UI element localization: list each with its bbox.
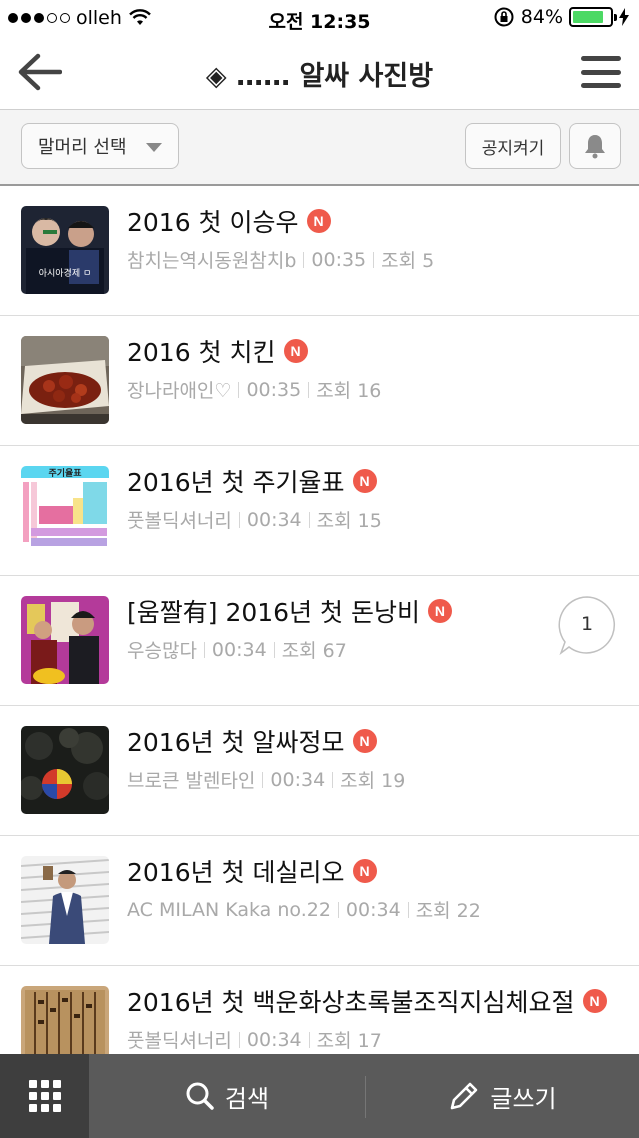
post-views: 조회 67: [281, 640, 347, 662]
rotation-lock-icon: [494, 7, 514, 27]
category-dropdown-label: 말머리 선택: [38, 137, 127, 158]
new-badge: N: [283, 339, 308, 363]
post-thumbnail: [21, 726, 109, 814]
post-meta: 참치는역시동원참치b 00:35 조회 5: [127, 246, 434, 273]
new-badge: N: [582, 989, 607, 1013]
list-item[interactable]: 주기율표 2016년 첫 주기율표 N 풋볼딕셔너리 00:34 조회 15: [0, 446, 639, 576]
post-views: 조회 15: [316, 510, 382, 532]
post-views: 조회 22: [415, 900, 481, 922]
post-time: 00:34: [270, 768, 326, 791]
post-views: 조회 19: [340, 770, 406, 792]
post-time: 00:35: [246, 378, 302, 401]
post-author: AC MILAN Kaka no.22: [127, 898, 331, 921]
post-time: 00:35: [311, 248, 367, 271]
post-thumbnail: 주기율표: [21, 466, 109, 554]
post-title: 2016년 첫 알싸정모 N: [127, 723, 377, 759]
post-title: 2016 첫 치킨 N: [127, 333, 308, 369]
post-author: 참치는역시동원참치b: [127, 250, 297, 272]
charging-icon: [619, 8, 629, 26]
post-thumbnail: [21, 336, 109, 424]
post-meta: 브로큰 발렌타인 00:34 조회 19: [127, 766, 405, 793]
list-item[interactable]: 아시아경제 ㅁ 2016 첫 이승우 N 참치는역시동원참치b 00:35 조회…: [0, 186, 639, 316]
post-title: 2016년 첫 백운화상초록불조직지심체요절 N: [127, 983, 607, 1019]
comment-count: 1: [580, 613, 594, 635]
post-title: 2016년 첫 데실리오 N: [127, 853, 377, 889]
post-title-text: 2016 첫 치킨: [127, 338, 276, 367]
new-badge: N: [352, 729, 377, 753]
bottom-toolbar: 검색 글쓰기: [0, 1054, 639, 1138]
list-item[interactable]: 2016 첫 치킨 N 장나라애인♡ 00:35 조회 16: [0, 316, 639, 446]
post-time: 00:34: [345, 898, 401, 921]
search-button[interactable]: 검색: [89, 1054, 365, 1138]
post-author: 우승많다: [127, 640, 197, 662]
search-icon: [186, 1082, 214, 1110]
post-title-text: [움짤有] 2016년 첫 돈낭비: [127, 598, 420, 627]
status-right: 84%: [493, 6, 629, 28]
new-badge: N: [352, 859, 377, 883]
filter-bar: 말머리 선택 공지켜기: [0, 110, 639, 186]
post-title-text: 2016년 첫 알싸정모: [127, 728, 345, 757]
comment-count-bubble[interactable]: 1: [557, 595, 617, 656]
post-thumbnail: [21, 856, 109, 944]
notice-toggle-button[interactable]: 공지켜기: [465, 123, 561, 169]
post-views: 조회 16: [316, 380, 382, 402]
svg-text:주기율표: 주기율표: [48, 467, 82, 479]
battery-icon: [569, 7, 617, 27]
post-author: 풋볼딕셔너리: [127, 510, 232, 532]
pencil-icon: [451, 1082, 478, 1110]
list-item[interactable]: 2016년 첫 데실리오 N AC MILAN Kaka no.22 00:34…: [0, 836, 639, 966]
post-title-text: 2016년 첫 백운화상초록불조직지심체요절: [127, 988, 575, 1017]
status-bar: olleh 오전 12:35 84%: [0, 0, 639, 38]
post-title: [움짤有] 2016년 첫 돈낭비 N: [127, 593, 452, 629]
post-meta: 풋볼딕셔너리 00:34 조회 17: [127, 1026, 382, 1053]
page-title: ◈ …… 알싸 사진방: [205, 61, 434, 92]
back-arrow-icon[interactable]: [16, 52, 62, 92]
new-badge: N: [306, 209, 331, 233]
notification-bell-button[interactable]: [569, 123, 621, 169]
write-label: 글쓰기: [490, 1084, 557, 1113]
post-meta: AC MILAN Kaka no.22 00:34 조회 22: [127, 896, 481, 923]
hamburger-menu-icon[interactable]: [581, 56, 621, 88]
list-item[interactable]: [움짤有] 2016년 첫 돈낭비 N 우승많다 00:34 조회 67 1: [0, 576, 639, 706]
post-thumbnail: 아시아경제 ㅁ: [21, 206, 109, 294]
post-list: 아시아경제 ㅁ 2016 첫 이승우 N 참치는역시동원참치b 00:35 조회…: [0, 186, 639, 1096]
search-label: 검색: [224, 1084, 270, 1113]
post-views: 조회 5: [381, 250, 435, 272]
list-item[interactable]: 2016년 첫 알싸정모 N 브로큰 발렌타인 00:34 조회 19: [0, 706, 639, 836]
post-author: 장나라애인♡: [127, 380, 232, 402]
post-title-text: 2016년 첫 주기율표: [127, 468, 345, 497]
new-badge: N: [427, 599, 452, 623]
app-grid-button[interactable]: [0, 1054, 89, 1138]
post-time: 00:34: [246, 508, 302, 531]
post-time: 00:34: [211, 638, 267, 661]
bell-icon: [585, 135, 605, 159]
post-meta: 우승많다 00:34 조회 67: [127, 636, 347, 663]
post-time: 00:34: [246, 1028, 302, 1051]
post-thumbnail: [21, 596, 109, 684]
nav-bar: ◈ …… 알싸 사진방: [0, 38, 639, 110]
grid-icon: [28, 1080, 61, 1112]
write-button[interactable]: 글쓰기: [366, 1054, 639, 1138]
caret-down-icon: [146, 143, 162, 152]
battery-percent: 84%: [520, 6, 563, 28]
post-title-text: 2016 첫 이승우: [127, 208, 299, 237]
post-title-text: 2016년 첫 데실리오: [127, 858, 345, 887]
category-dropdown[interactable]: 말머리 선택: [21, 123, 179, 169]
post-views: 조회 17: [316, 1030, 382, 1052]
post-author: 풋볼딕셔너리: [127, 1030, 232, 1052]
svg-text:아시아경제 ㅁ: 아시아경제 ㅁ: [39, 267, 92, 279]
post-title: 2016년 첫 주기율표 N: [127, 463, 377, 499]
post-meta: 장나라애인♡ 00:35 조회 16: [127, 376, 381, 403]
post-meta: 풋볼딕셔너리 00:34 조회 15: [127, 506, 382, 533]
post-author: 브로큰 발렌타인: [127, 770, 256, 792]
post-title: 2016 첫 이승우 N: [127, 203, 331, 239]
new-badge: N: [352, 469, 377, 493]
